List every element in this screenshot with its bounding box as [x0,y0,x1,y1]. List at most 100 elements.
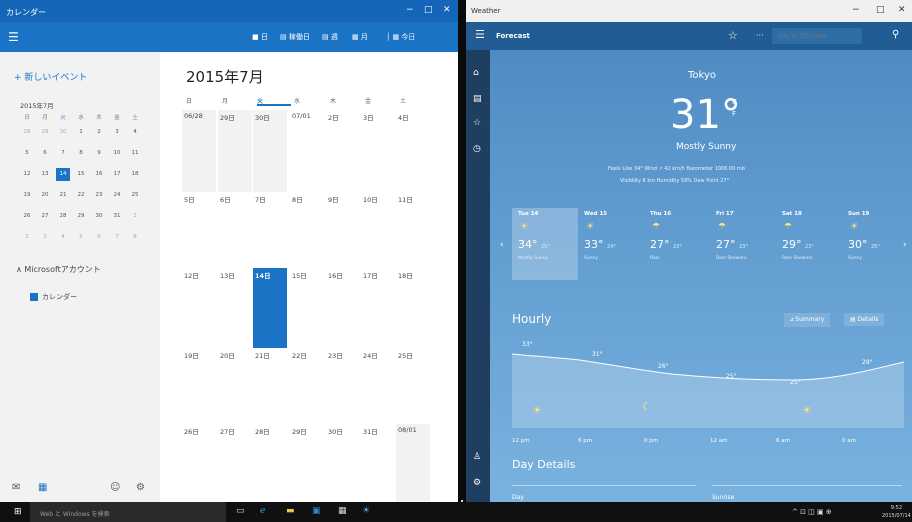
mini-calendar-day[interactable]: 30 [92,210,106,223]
day-cell[interactable]: 3日 [361,110,395,192]
day-cell[interactable]: 15日 [290,268,324,348]
mini-calendar-day[interactable]: 14 [56,168,70,181]
daily-forecast-item[interactable]: Wed 15 ☀ 33° 24° Sunny [578,208,644,280]
today-button[interactable]: │ ▦ 今日 [386,32,415,42]
day-cell[interactable]: 11日 [396,192,430,268]
day-cell[interactable]: 29日 [290,424,324,502]
store-icon[interactable]: ▣ [312,506,321,516]
celsius-unit[interactable]: C [732,96,737,108]
mini-calendar-day[interactable]: 1 [128,210,142,223]
mini-calendar-day[interactable]: 11 [128,147,142,160]
mini-calendar-day[interactable]: 22 [74,189,88,202]
daily-forecast-item[interactable]: Sat 18 ☂ 29° 23° Rain Showers [776,208,842,280]
settings-icon[interactable]: ⚙ [136,482,145,493]
settings-icon[interactable]: ⚙ [473,478,481,488]
mini-calendar-day[interactable]: 8 [128,231,142,244]
week-view-button[interactable]: ▤ 週 [322,32,338,42]
daily-forecast-item[interactable]: Tue 14 ☀ 34° 25° Mostly Sunny [512,208,578,280]
mini-calendar-day[interactable]: 31 [110,210,124,223]
system-tray[interactable]: ^ ⊡ ◫ ▣ ⊕ [792,508,832,516]
mini-calendar-day[interactable]: 2 [20,231,34,244]
day-cell[interactable]: 22日 [290,348,324,424]
day-cell[interactable]: 10日 [361,192,395,268]
fahrenheit-unit[interactable]: F [732,108,737,120]
day-cell[interactable]: 25日 [396,348,430,424]
day-cell[interactable]: 07/01 [290,110,324,192]
daily-forecast-item[interactable]: Sun 19 ☀ 30° 25° Sunny [842,208,908,280]
history-icon[interactable]: ◷ [473,144,481,154]
day-cell[interactable]: 20日 [218,348,252,424]
minimize-button[interactable]: − [852,5,860,15]
news-icon[interactable]: ▤ [473,94,482,104]
start-icon[interactable]: ⊞ [14,507,22,517]
favorites-icon[interactable]: ☆ [473,118,481,128]
mini-calendar-day[interactable]: 7 [110,231,124,244]
day-cell[interactable]: 28日 [253,424,287,502]
month-view-button[interactable]: ▦ 月 [352,32,368,42]
mini-calendar-day[interactable]: 21 [56,189,70,202]
summary-button[interactable]: ⦨ Summary [784,313,831,327]
account-icon[interactable]: ♙ [473,452,481,462]
search-icon[interactable]: ⚲ [892,29,899,40]
day-cell[interactable]: 18日 [396,268,430,348]
mini-calendar-day[interactable]: 4 [128,126,142,139]
mini-calendar-day[interactable]: 15 [74,168,88,181]
calendar-icon[interactable]: ▦ [38,482,47,493]
day-cell[interactable]: 21日 [253,348,287,424]
hamburger-icon[interactable]: ☰ [8,30,19,44]
mini-calendar-day[interactable]: 8 [74,147,88,160]
hamburger-icon[interactable]: ☰ [475,28,485,41]
calendar-list-item[interactable]: カレンダー [30,292,77,302]
day-cell[interactable]: 26日 [182,424,216,502]
account-header[interactable]: ∧ Microsoftアカウント [16,264,101,275]
mini-calendar-day[interactable]: 24 [110,189,124,202]
mini-calendar-day[interactable]: 7 [56,147,70,160]
day-cell[interactable]: 27日 [218,424,252,502]
mini-calendar-day[interactable]: 10 [110,147,124,160]
daily-forecast-item[interactable]: Thu 16 ☂ 27° 23° Rain [644,208,710,280]
favorite-icon[interactable]: ☆ [728,29,738,42]
explorer-icon[interactable]: ▬ [286,506,295,516]
day-cell[interactable]: 30日 [326,424,360,502]
mini-calendar-day[interactable]: 30 [56,126,70,139]
mini-calendar-day[interactable]: 28 [56,210,70,223]
day-cell[interactable]: 7日 [253,192,287,268]
day-cell[interactable]: 6日 [218,192,252,268]
day-cell[interactable]: 19日 [182,348,216,424]
task-view-icon[interactable]: ▭ [236,506,245,516]
workweek-view-button[interactable]: ▤ 稼働日 [280,32,310,42]
mail-icon[interactable]: ✉ [12,482,20,493]
day-cell[interactable]: 9日 [326,192,360,268]
day-cell[interactable]: 17日 [361,268,395,348]
day-cell[interactable]: 8日 [290,192,324,268]
edge-icon[interactable]: ℯ [260,506,265,516]
mini-calendar-day[interactable]: 2 [92,126,106,139]
mini-calendar-day[interactable]: 3 [110,126,124,139]
mini-calendar-day[interactable]: 23 [92,189,106,202]
day-cell[interactable]: 29日 [218,110,252,192]
home-icon[interactable]: ⌂ [473,68,479,78]
more-icon[interactable]: ··· [756,31,764,40]
day-cell[interactable]: 23日 [326,348,360,424]
day-cell[interactable]: 12日 [182,268,216,348]
mini-calendar-day[interactable]: 6 [92,231,106,244]
mini-calendar-day[interactable]: 12 [20,168,34,181]
mini-calendar-day[interactable]: 9 [92,147,106,160]
prev-days-icon[interactable]: ‹ [500,240,504,250]
mini-calendar-day[interactable]: 16 [92,168,106,181]
mini-calendar-day[interactable]: 29 [74,210,88,223]
mini-calendar-day[interactable]: 5 [74,231,88,244]
minimize-button[interactable]: − [406,5,414,15]
day-cell[interactable]: 08/01 [396,424,430,502]
weather-app-icon[interactable]: ☀ [362,506,370,516]
close-button[interactable]: ✕ [898,5,906,15]
mini-calendar-day[interactable]: 29 [38,126,52,139]
day-cell[interactable]: 2日 [326,110,360,192]
day-cell[interactable]: 30日 [253,110,287,192]
people-icon[interactable]: ☺ [110,482,120,493]
close-button[interactable]: ✕ [443,5,451,15]
mini-calendar-day[interactable]: 17 [110,168,124,181]
day-view-button[interactable]: ■ 日 [252,32,268,42]
mini-calendar-day[interactable]: 20 [38,189,52,202]
maximize-button[interactable]: □ [424,5,433,15]
